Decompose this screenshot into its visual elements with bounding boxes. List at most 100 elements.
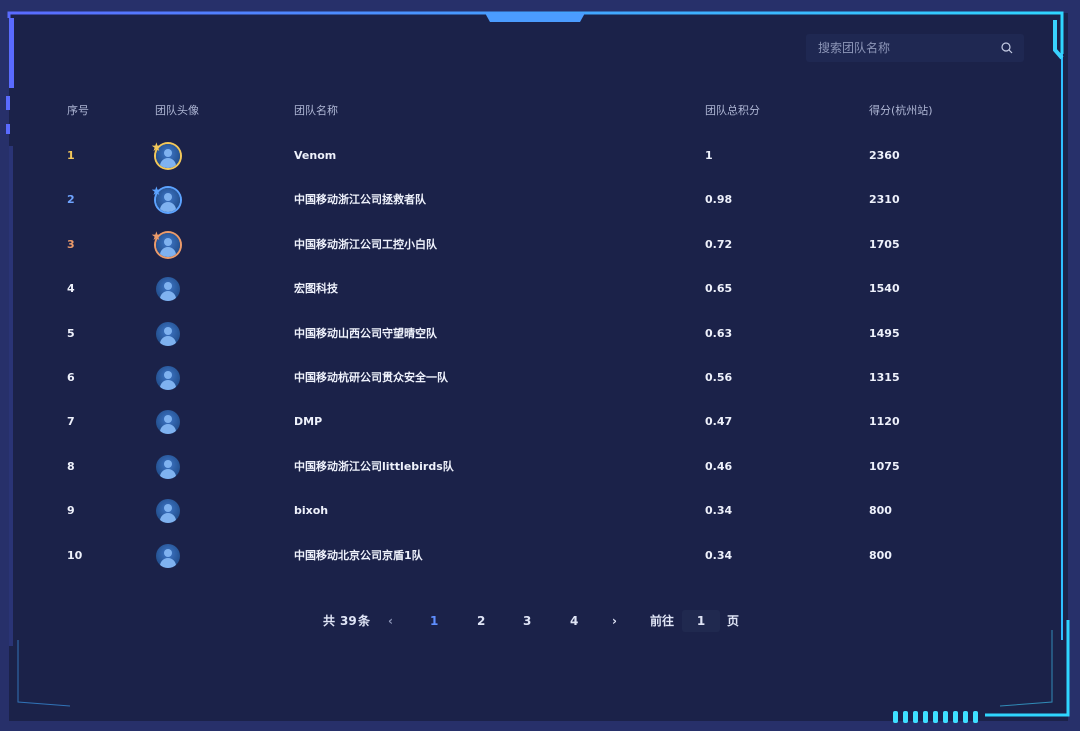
row-total-score: 0.63	[705, 327, 733, 340]
avatar-head	[164, 371, 172, 379]
row-hangzhou-score: 800	[869, 549, 892, 562]
page-3-button[interactable]: 3	[523, 610, 531, 632]
team-avatar	[156, 322, 180, 346]
row-team-name[interactable]: 中国移动浙江公司拯救者队	[294, 190, 426, 210]
pagination: 共 39 条 ‹ 1 2 3 4 › 前往 1 页	[0, 610, 1080, 632]
row-rank: 3	[67, 238, 75, 251]
table-row[interactable]: 9 bixoh 0.34 800	[0, 499, 1080, 523]
table-row[interactable]: 5 中国移动山西公司守望晴空队 0.63 1495	[0, 322, 1080, 346]
search-icon[interactable]	[1000, 41, 1014, 55]
page-4-button[interactable]: 4	[570, 610, 578, 632]
table-row[interactable]: 6 中国移动杭研公司贯众安全一队 0.56 1315	[0, 366, 1080, 390]
orange-crown-icon: ★	[151, 229, 162, 243]
avatar-body	[160, 469, 176, 479]
row-team-name[interactable]: 中国移动北京公司京盾1队	[294, 546, 423, 566]
avatar-head	[164, 415, 172, 423]
avatar-head	[164, 460, 172, 468]
row-hangzhou-score: 800	[869, 504, 892, 517]
table-row[interactable]: 8 中国移动浙江公司littlebirds队 0.46 1075	[0, 455, 1080, 479]
avatar-head	[164, 327, 172, 335]
row-hangzhou-score: 1120	[869, 415, 900, 428]
row-hangzhou-score: 1705	[869, 238, 900, 251]
table-row[interactable]: 3 ★ 中国移动浙江公司工控小白队 0.72 1705	[0, 230, 1080, 257]
avatar-body	[160, 247, 176, 257]
team-avatar	[156, 499, 180, 523]
row-hangzhou-score: 1075	[869, 460, 900, 473]
row-total-score: 0.34	[705, 504, 733, 517]
avatar-body	[160, 202, 176, 212]
row-rank: 5	[67, 327, 75, 340]
row-hangzhou-score: 2310	[869, 193, 900, 206]
row-hangzhou-score: 2360	[869, 149, 900, 162]
avatar-head	[164, 238, 172, 246]
avatar-body	[160, 558, 176, 568]
avatar-body	[160, 513, 176, 523]
row-total-score: 0.34	[705, 549, 733, 562]
row-team-name[interactable]: 中国移动浙江公司littlebirds队	[294, 457, 454, 477]
row-team-name[interactable]: Venom	[294, 146, 336, 166]
row-rank: 10	[67, 549, 83, 562]
avatar-body	[160, 380, 176, 390]
row-team-name[interactable]: 中国移动浙江公司工控小白队	[294, 235, 437, 255]
row-team-name[interactable]: 中国移动山西公司守望晴空队	[294, 324, 437, 344]
goto-label: 前往	[650, 614, 675, 628]
goto-page-input[interactable]: 1	[682, 610, 720, 632]
table-header: 序号 团队头像 团队名称 团队总积分 得分(杭州站)	[0, 101, 1080, 121]
avatar-head	[164, 282, 172, 290]
row-total-score: 1	[705, 149, 713, 162]
row-rank: 7	[67, 415, 75, 428]
team-avatar	[156, 366, 180, 390]
row-rank: 1	[67, 149, 75, 162]
next-page-button[interactable]: ›	[612, 610, 617, 632]
page-1-button[interactable]: 1	[430, 610, 438, 632]
avatar-head	[164, 549, 172, 557]
blue-crown-icon: ★	[151, 184, 162, 198]
header-team-name: 团队名称	[294, 104, 338, 117]
team-avatar	[156, 544, 180, 568]
row-rank: 6	[67, 371, 75, 384]
header-hangzhou-score: 得分(杭州站)	[869, 104, 933, 117]
search-box[interactable]	[806, 34, 1024, 62]
pagination-total-prefix: 共	[323, 614, 336, 628]
table-row[interactable]: 7 DMP 0.47 1120	[0, 410, 1080, 434]
team-avatar	[156, 277, 180, 301]
team-avatar	[156, 455, 180, 479]
avatar-body	[160, 336, 176, 346]
pagination-total-suffix: 条	[358, 614, 371, 628]
avatar-body	[160, 291, 176, 301]
row-total-score: 0.47	[705, 415, 733, 428]
header-total-score: 团队总积分	[705, 104, 760, 117]
page-2-button[interactable]: 2	[477, 610, 485, 632]
row-rank: 4	[67, 282, 75, 295]
avatar-head	[164, 149, 172, 157]
avatar-body	[160, 158, 176, 168]
table-row[interactable]: 1 ★ Venom 1 2360	[0, 141, 1080, 168]
row-total-score: 0.98	[705, 193, 733, 206]
row-rank: 9	[67, 504, 75, 517]
row-hangzhou-score: 1540	[869, 282, 900, 295]
avatar-body	[160, 424, 176, 434]
row-total-score: 0.72	[705, 238, 733, 251]
row-team-name[interactable]: DMP	[294, 412, 322, 432]
row-total-score: 0.46	[705, 460, 733, 473]
row-total-score: 0.56	[705, 371, 733, 384]
row-team-name[interactable]: bixoh	[294, 501, 328, 521]
avatar-head	[164, 504, 172, 512]
row-hangzhou-score: 1495	[869, 327, 900, 340]
row-team-name[interactable]: 宏图科技	[294, 279, 338, 299]
team-avatar	[156, 410, 180, 434]
row-total-score: 0.65	[705, 282, 733, 295]
search-input[interactable]	[816, 40, 1000, 56]
header-avatar: 团队头像	[155, 104, 199, 117]
row-rank: 2	[67, 193, 75, 206]
row-rank: 8	[67, 460, 75, 473]
row-team-name[interactable]: 中国移动杭研公司贯众安全一队	[294, 368, 448, 388]
table-row[interactable]: 4 宏图科技 0.65 1540	[0, 277, 1080, 301]
table-row[interactable]: 10 中国移动北京公司京盾1队 0.34 800	[0, 544, 1080, 568]
prev-page-button[interactable]: ‹	[388, 610, 393, 632]
table-row[interactable]: 2 ★ 中国移动浙江公司拯救者队 0.98 2310	[0, 185, 1080, 212]
header-rank: 序号	[67, 104, 89, 117]
gold-crown-icon: ★	[151, 140, 162, 154]
pagination-total: 39	[340, 614, 357, 628]
row-hangzhou-score: 1315	[869, 371, 900, 384]
